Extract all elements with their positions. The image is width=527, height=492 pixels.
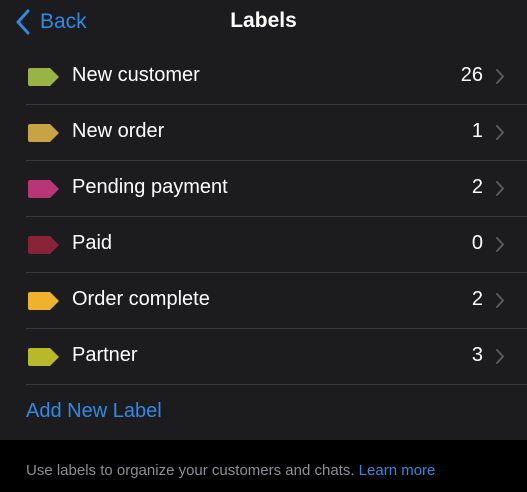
tag-shape: [28, 68, 59, 86]
label-tag-icon: [28, 292, 59, 310]
navigation-bar: Back Labels: [0, 0, 527, 48]
chevron-right-icon: [496, 181, 504, 196]
chevron-right-icon: [496, 69, 504, 84]
label-count: 26: [460, 64, 483, 86]
label-row-order-complete[interactable]: Order complete 2: [0, 272, 527, 328]
chevron-right-icon: [496, 237, 504, 252]
chevron-right-icon: [496, 125, 504, 140]
footer-text: Use labels to organize your customers an…: [26, 462, 355, 479]
add-new-label-text: Add New Label: [26, 400, 162, 422]
label-row-new-order[interactable]: New order 1: [0, 104, 527, 160]
label-count: 3: [471, 344, 483, 366]
tag-shape: [28, 236, 59, 254]
add-new-label-button[interactable]: Add New Label: [0, 384, 527, 440]
label-count: 0: [471, 232, 483, 254]
tag-shape: [28, 348, 59, 366]
chevron-right-icon: [496, 293, 504, 308]
page-title: Labels: [230, 9, 297, 32]
label-row-new-customer[interactable]: New customer 26: [0, 48, 527, 104]
tag-shape: [28, 180, 59, 198]
label-name: New order: [72, 120, 165, 142]
tag-shape: [28, 292, 59, 310]
labels-list: New customer 26 New order 1 Pending paym…: [0, 48, 527, 440]
label-tag-icon: [28, 180, 59, 198]
label-name: Partner: [72, 344, 138, 366]
label-name: Order complete: [72, 288, 210, 310]
footer-hint: Use labels to organize your customers an…: [26, 462, 435, 479]
label-tag-icon: [28, 124, 59, 142]
label-count: 2: [471, 176, 483, 198]
label-count: 2: [471, 288, 483, 310]
label-name: New customer: [72, 64, 200, 86]
label-row-paid[interactable]: Paid 0: [0, 216, 527, 272]
label-row-partner[interactable]: Partner 3: [0, 328, 527, 384]
tag-shape: [28, 124, 59, 142]
label-tag-icon: [28, 68, 59, 86]
label-count: 1: [471, 120, 483, 142]
label-row-pending-payment[interactable]: Pending payment 2: [0, 160, 527, 216]
label-name: Pending payment: [72, 176, 228, 198]
label-name: Paid: [72, 232, 113, 254]
chevron-right-icon: [496, 349, 504, 364]
learn-more-link[interactable]: Learn more: [359, 462, 436, 479]
label-tag-icon: [28, 348, 59, 366]
label-tag-icon: [28, 236, 59, 254]
